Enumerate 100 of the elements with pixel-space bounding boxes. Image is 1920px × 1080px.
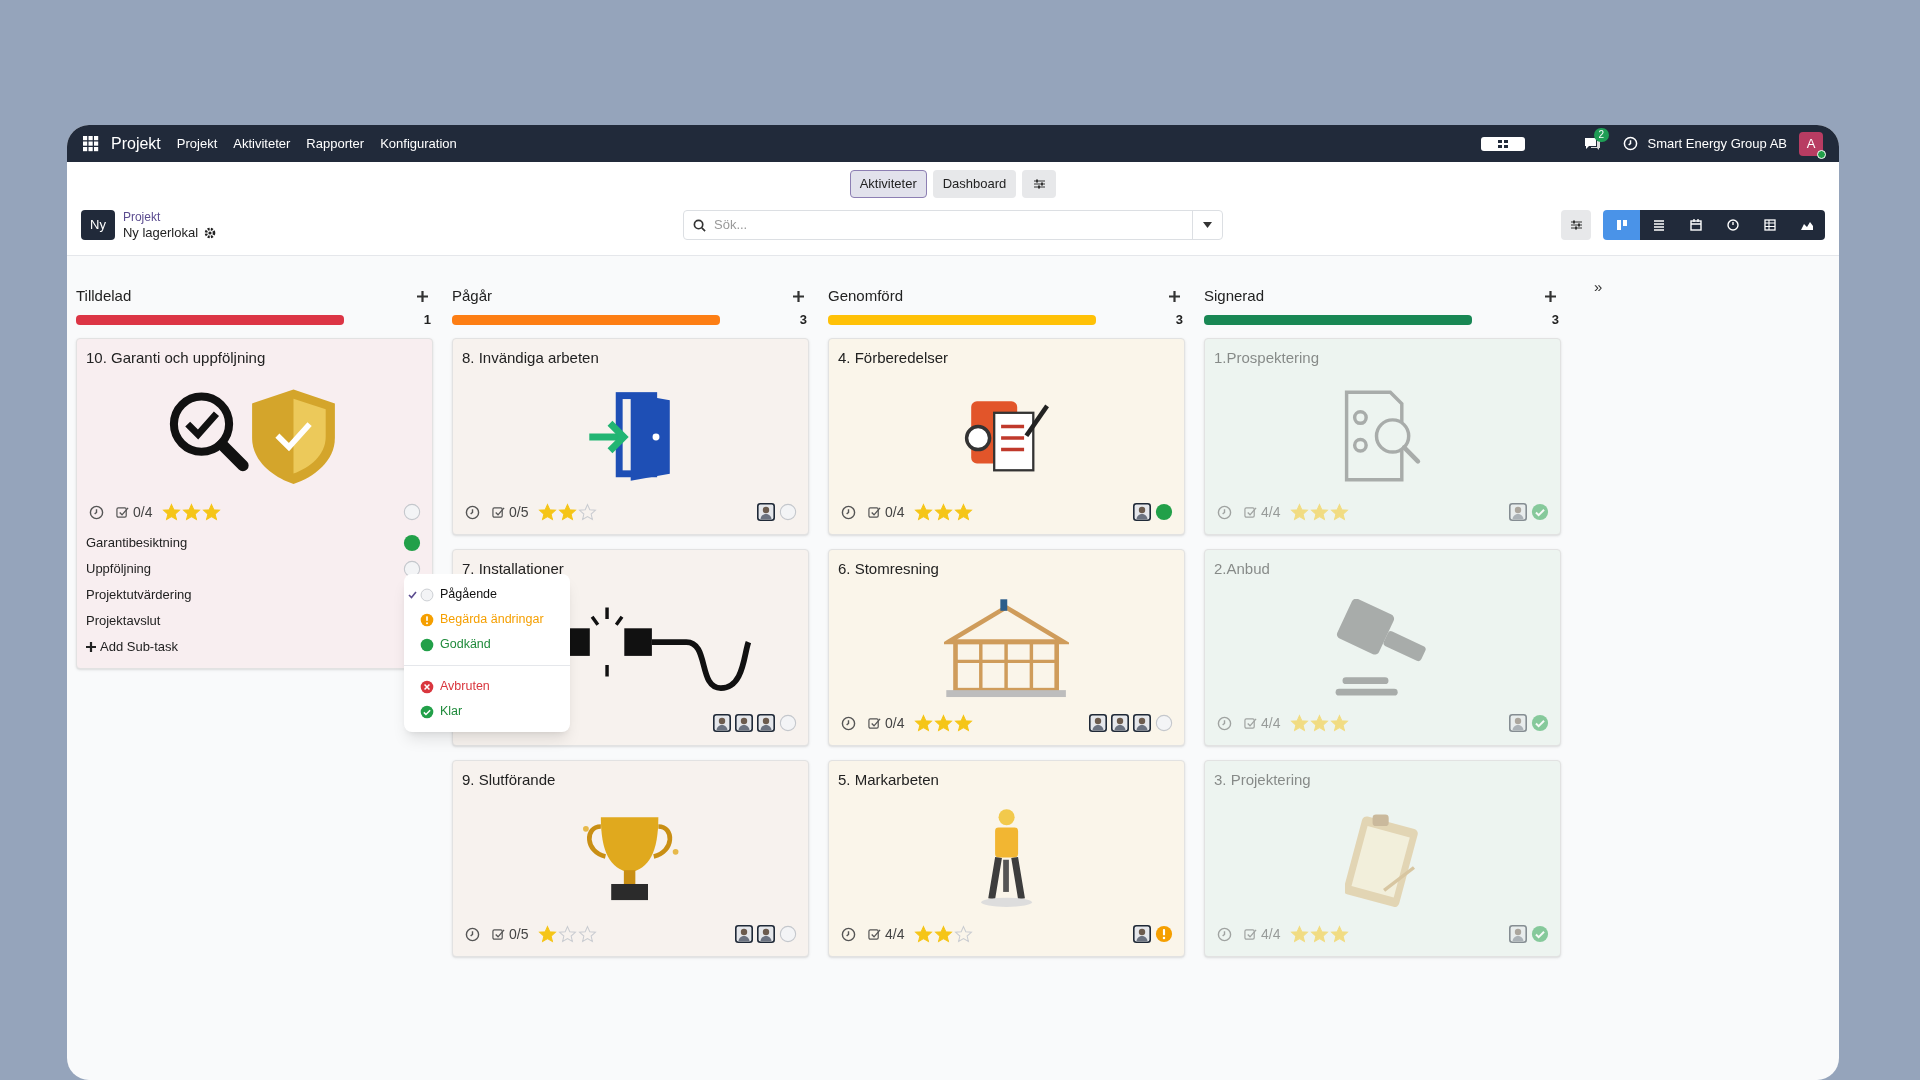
check-circle-icon[interactable]	[1531, 925, 1549, 943]
avatar-icon[interactable]	[1133, 503, 1151, 521]
star-rating[interactable]	[538, 924, 598, 944]
avatar-icon[interactable]	[757, 925, 775, 943]
subtask-name[interactable]: Uppföljning	[86, 559, 152, 579]
subtask-name[interactable]: Projektavslut	[86, 611, 161, 631]
approved-dot-icon[interactable]	[1155, 503, 1173, 521]
star-icon[interactable]	[1330, 924, 1350, 944]
star-icon[interactable]	[934, 502, 954, 522]
star-icon[interactable]	[578, 502, 598, 522]
column-progress-bar[interactable]	[76, 315, 344, 325]
subtask-name[interactable]: Projektutvärdering	[86, 585, 192, 605]
clock-icon[interactable]	[465, 504, 480, 520]
star-icon[interactable]	[538, 924, 558, 944]
column-progress-bar[interactable]	[452, 315, 720, 325]
star-icon[interactable]	[954, 502, 974, 522]
star-rating[interactable]	[1290, 924, 1350, 944]
plus-icon[interactable]	[1545, 290, 1556, 302]
task-card[interactable]: 6. Stomresning 0/4	[828, 549, 1185, 746]
star-rating[interactable]	[914, 502, 974, 522]
task-card[interactable]: 5. Markarbeten 4/4	[828, 760, 1185, 957]
nav-menu-item[interactable]: Konfiguration	[380, 133, 457, 154]
nav-menu-item[interactable]: Rapporter	[306, 133, 365, 154]
column-progress-bar[interactable]	[1204, 315, 1472, 325]
star-icon[interactable]	[1290, 713, 1310, 733]
task-card[interactable]: 8. Invändiga arbeten 0/5	[452, 338, 809, 535]
add-subtask-button[interactable]: Add Sub-task	[86, 634, 179, 660]
avatar-icon[interactable]	[735, 925, 753, 943]
nav-menu-item[interactable]: Projekt	[176, 133, 218, 154]
check-circle-icon[interactable]	[1531, 714, 1549, 732]
apps-grid-icon[interactable]	[83, 135, 99, 152]
filter-button[interactable]	[1561, 210, 1591, 240]
check-circle-icon[interactable]	[420, 704, 434, 719]
graph-view-button[interactable]	[1788, 210, 1825, 240]
star-rating[interactable]	[1290, 502, 1350, 522]
star-icon[interactable]	[914, 502, 934, 522]
plus-icon[interactable]	[417, 290, 428, 302]
avatar-icon[interactable]	[757, 503, 775, 521]
star-icon[interactable]	[1330, 713, 1350, 733]
star-icon[interactable]	[182, 502, 202, 522]
gear-icon[interactable]	[204, 227, 217, 239]
star-icon[interactable]	[1290, 502, 1310, 522]
star-rating[interactable]	[162, 502, 222, 522]
star-icon[interactable]	[558, 502, 578, 522]
plus-icon[interactable]	[793, 290, 804, 302]
new-button[interactable]: Ny	[81, 210, 115, 240]
clock-icon[interactable]	[89, 504, 104, 520]
toggle-icon[interactable]	[1480, 136, 1525, 151]
star-rating[interactable]	[914, 924, 974, 944]
user-avatar[interactable]: A	[1799, 131, 1823, 156]
plus-icon[interactable]	[1169, 290, 1180, 302]
status-circle-icon[interactable]	[403, 560, 421, 578]
approved-dot-icon[interactable]	[403, 534, 421, 552]
chat-icon[interactable]	[1582, 135, 1601, 152]
settings-button[interactable]	[1022, 170, 1057, 198]
star-icon[interactable]	[954, 713, 974, 733]
star-icon[interactable]	[162, 502, 182, 522]
nav-menu-item[interactable]: Aktiviteter	[233, 133, 291, 154]
cancel-circle-icon[interactable]	[420, 679, 434, 694]
clock-icon[interactable]	[841, 926, 856, 942]
clock-icon[interactable]	[465, 926, 480, 942]
avatar-icon[interactable]	[1089, 714, 1107, 732]
status-circle-icon[interactable]	[403, 503, 421, 521]
star-icon[interactable]	[1310, 924, 1330, 944]
star-icon[interactable]	[954, 924, 974, 944]
view-tab[interactable]: Aktiviteter	[849, 170, 927, 198]
view-tab[interactable]: Dashboard	[932, 170, 1017, 198]
avatar-icon[interactable]	[735, 714, 753, 732]
subtask-name[interactable]: Garantibesiktning	[86, 533, 188, 553]
star-icon[interactable]	[202, 502, 222, 522]
star-icon[interactable]	[1310, 713, 1330, 733]
star-icon[interactable]	[578, 924, 598, 944]
avatar-icon[interactable]	[1133, 714, 1151, 732]
task-card[interactable]: 10. Garanti och uppföljning 0/4 Garantibesiktning Uppföljning Projektutvärdering Projektavslut Add Sub-task	[76, 338, 433, 669]
avatar-icon[interactable]	[1133, 925, 1151, 943]
column-progress-bar[interactable]	[828, 315, 1096, 325]
star-icon[interactable]	[914, 924, 934, 944]
star-rating[interactable]	[914, 713, 974, 733]
star-icon[interactable]	[914, 713, 934, 733]
star-icon[interactable]	[1290, 924, 1310, 944]
star-icon[interactable]	[1330, 502, 1350, 522]
star-icon[interactable]	[1310, 502, 1330, 522]
caret-icon[interactable]	[1203, 222, 1212, 228]
search-input[interactable]: Sök...	[714, 215, 1192, 235]
avatar-icon[interactable]	[713, 714, 731, 732]
list-view-button[interactable]	[1640, 210, 1677, 240]
task-card[interactable]: 9. Slutförande 0/5	[452, 760, 809, 957]
star-icon[interactable]	[934, 713, 954, 733]
clock-icon[interactable]	[841, 504, 856, 520]
check-circle-icon[interactable]	[1531, 503, 1549, 521]
warning-icon[interactable]	[420, 612, 434, 627]
star-icon[interactable]	[538, 502, 558, 522]
search-field[interactable]: Sök...	[683, 210, 1223, 240]
approved-dot-icon[interactable]	[420, 637, 434, 652]
clock-icon[interactable]	[841, 715, 856, 731]
avatar-icon[interactable]	[757, 714, 775, 732]
star-icon[interactable]	[934, 924, 954, 944]
company-name[interactable]: Smart Energy Group AB	[1647, 133, 1787, 154]
app-name[interactable]: Projekt	[111, 131, 161, 156]
fold-toggle[interactable]: »	[1594, 276, 1603, 296]
